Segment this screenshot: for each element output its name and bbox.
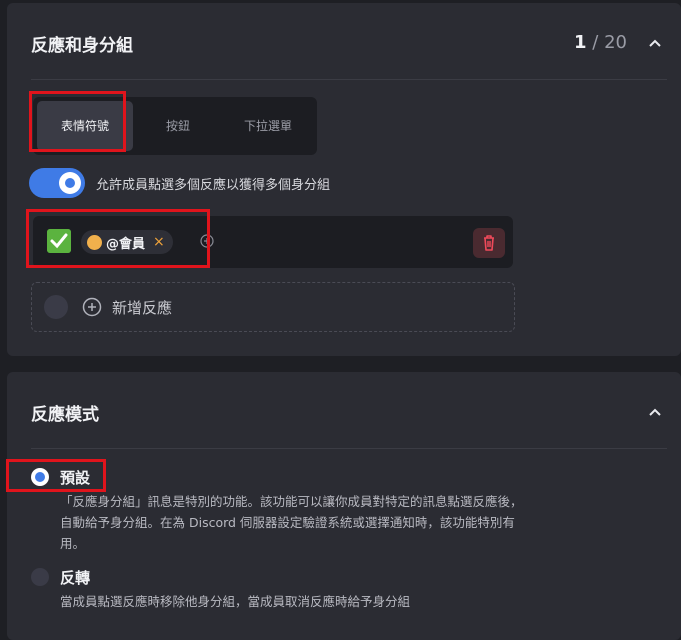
delete-reaction-button[interactable] [473, 228, 505, 258]
trash-icon [484, 235, 494, 251]
option-reverse-description: 當成員點選反應時移除他身分組，當成員取消反應時給予身分組 [60, 594, 411, 609]
emoji-placeholder [44, 295, 68, 319]
count-max: / 20 [592, 32, 627, 53]
reaction-count: 1 / 20 [574, 32, 627, 53]
reaction-roles-panel: 反應和身分組 1 / 20 表情符號 按鈕 下拉選單 允許成員點選多個反應以獲得… [7, 3, 681, 356]
toggle-label: 允許成員點選多個反應以獲得多個身分組 [96, 178, 331, 193]
toggle-knob [59, 172, 81, 194]
option-reverse-label: 反轉 [60, 569, 91, 587]
highlight-box [29, 91, 126, 152]
chevron-up-icon[interactable] [648, 407, 662, 417]
plus-circle-icon [82, 297, 102, 317]
panel-title: 反應模式 [31, 405, 99, 425]
add-reaction-label: 新增反應 [112, 299, 173, 317]
option-default-description: 「反應身分組」訊息是特別的功能。該功能可以讓你成員對特定的訊息點選反應後，自動給… [60, 494, 523, 551]
chevron-up-icon[interactable] [648, 38, 662, 48]
add-reaction-button[interactable]: 新增反應 [31, 282, 515, 332]
multi-reaction-toggle[interactable] [29, 168, 85, 198]
count-current: 1 [574, 32, 587, 53]
highlight-box [26, 209, 210, 268]
tab-buttons[interactable]: 按鈕 [137, 101, 219, 151]
panel-title: 反應和身分組 [31, 36, 133, 56]
tab-dropdown[interactable]: 下拉選單 [223, 101, 313, 151]
highlight-box [6, 459, 106, 492]
reaction-mode-panel: 反應模式 預設 「反應身分組」訊息是特別的功能。該功能可以讓你成員對特定的訊息點… [7, 372, 681, 640]
divider [31, 448, 667, 449]
divider [31, 79, 667, 80]
radio-reverse[interactable] [31, 568, 49, 586]
